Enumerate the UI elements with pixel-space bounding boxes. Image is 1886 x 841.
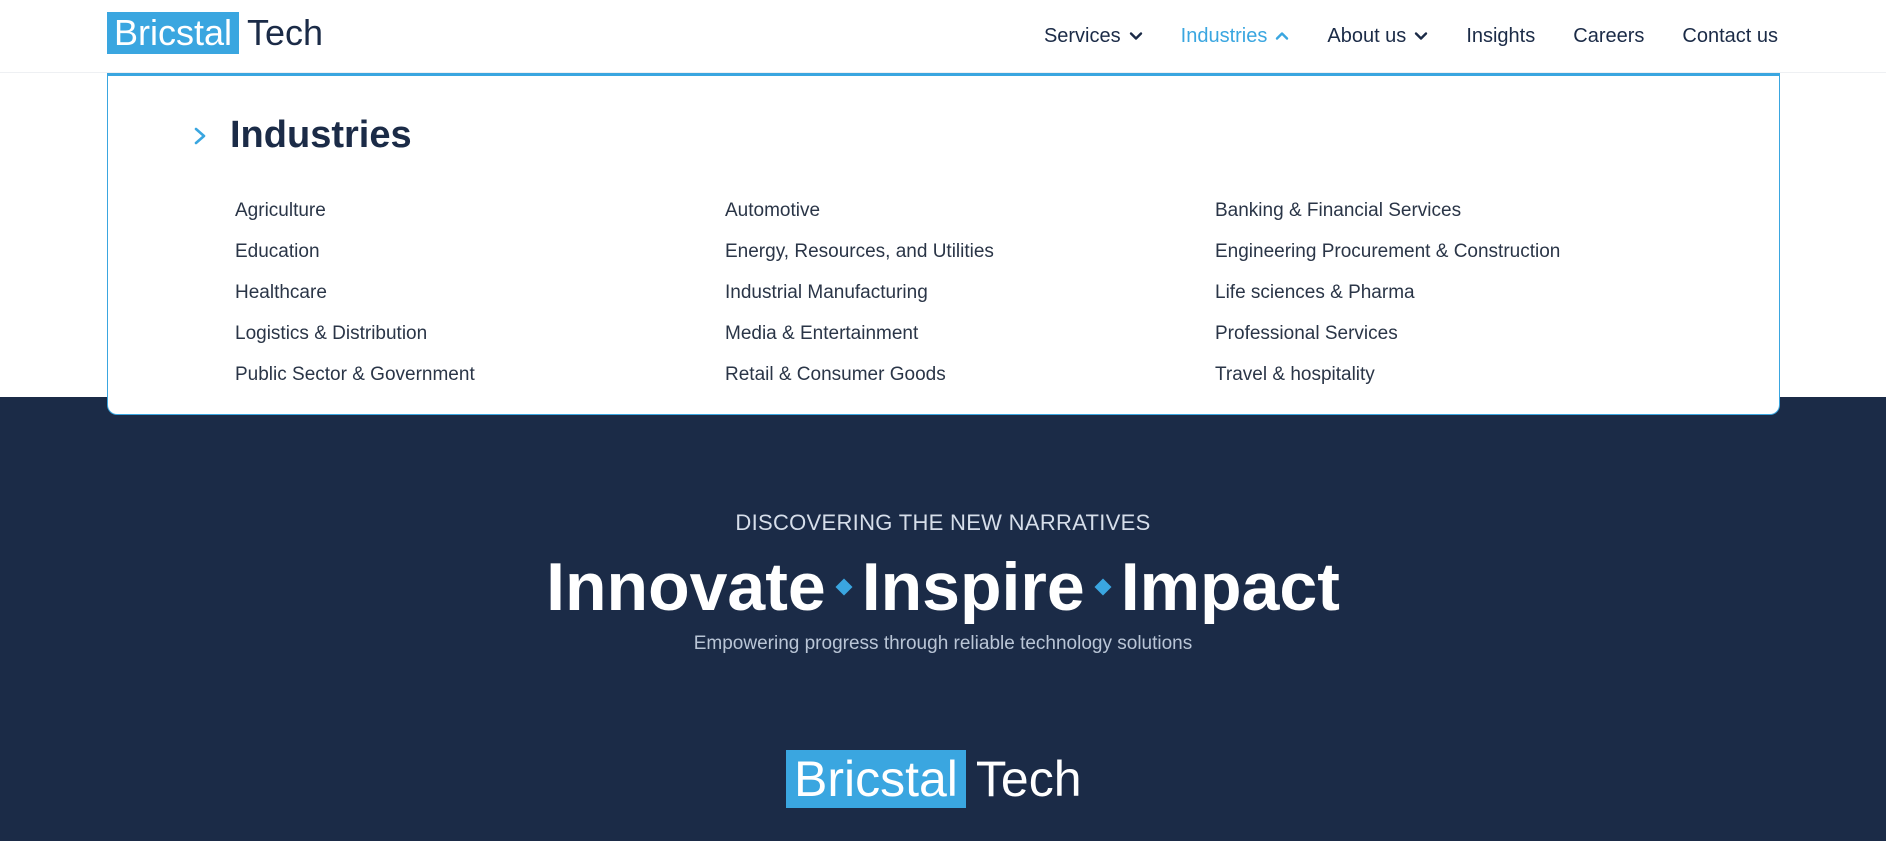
nav-item-services[interactable]: Services [1044, 20, 1143, 52]
industry-link-education[interactable]: Education [235, 231, 725, 272]
industry-link-automotive[interactable]: Automotive [725, 190, 1215, 231]
brand-logo-part2: Tech [247, 12, 324, 53]
industries-mega-menu: Industries Agriculture Automotive Bankin… [107, 73, 1780, 415]
industry-link-professional-services[interactable]: Professional Services [1215, 313, 1705, 354]
industry-link-engineering[interactable]: Engineering Procurement & Construction [1215, 231, 1705, 272]
chevron-right-icon [192, 124, 208, 148]
industry-link-media[interactable]: Media & Entertainment [725, 313, 1215, 354]
nav-item-label: Careers [1573, 24, 1645, 47]
diamond-icon [835, 578, 853, 596]
brand-logo-part1: Bricstal [786, 750, 966, 808]
chevron-down-icon [1129, 29, 1143, 43]
hero-title-word: Impact [1120, 549, 1340, 625]
nav-item-label: Contact us [1682, 24, 1778, 47]
nav-item-about-us[interactable]: About us [1327, 20, 1428, 52]
mega-menu-heading[interactable]: Industries [192, 114, 412, 157]
industry-link-banking[interactable]: Banking & Financial Services [1215, 190, 1705, 231]
hero-title: Innovate Inspire Impact [0, 547, 1886, 627]
brand-logo-part2: Tech [975, 751, 1082, 807]
industry-link-retail[interactable]: Retail & Consumer Goods [725, 354, 1215, 395]
brand-logo-part1: Bricstal [107, 12, 240, 54]
industry-link-public-sector[interactable]: Public Sector & Government [235, 354, 725, 395]
hero-title-word: Inspire [861, 549, 1085, 625]
hero-eyebrow: DISCOVERING THE NEW NARRATIVES [735, 510, 1151, 535]
nav-item-label: Industries [1180, 24, 1268, 47]
hero-title-word: Innovate [546, 549, 826, 625]
industry-link-logistics[interactable]: Logistics & Distribution [235, 313, 725, 354]
chevron-down-icon [1414, 29, 1428, 43]
nav-item-label: Services [1043, 24, 1121, 47]
industry-link-agriculture[interactable]: Agriculture [235, 190, 725, 231]
main-nav: Services Industries About us Insights Ca… [1044, 20, 1778, 52]
industry-link-healthcare[interactable]: Healthcare [235, 272, 725, 313]
industry-link-travel[interactable]: Travel & hospitality [1215, 354, 1705, 395]
nav-item-careers[interactable]: Careers [1573, 20, 1644, 52]
industry-link-life-sciences[interactable]: Life sciences & Pharma [1215, 272, 1705, 313]
hero-subtitle: Empowering progress through reliable tec… [693, 633, 1193, 654]
nav-item-label: About us [1327, 24, 1407, 47]
diamond-icon [1094, 578, 1112, 596]
site-header: Bricstal Tech Services Industries About … [0, 0, 1886, 73]
industry-link-energy[interactable]: Energy, Resources, and Utilities [725, 231, 1215, 272]
nav-item-label: Insights [1466, 24, 1536, 47]
mega-menu-title: Industries [230, 114, 412, 156]
nav-item-industries[interactable]: Industries [1181, 20, 1290, 52]
industries-link-grid: Agriculture Automotive Banking & Financi… [235, 190, 1705, 395]
brand-logo[interactable]: Bricstal Tech [107, 12, 323, 54]
hero-section: DISCOVERING THE NEW NARRATIVES Innovate … [0, 397, 1886, 841]
hero-brand-logo: Bricstal Tech [786, 750, 1082, 808]
nav-item-contact-us[interactable]: Contact us [1682, 20, 1778, 52]
industry-link-manufacturing[interactable]: Industrial Manufacturing [725, 272, 1215, 313]
nav-item-insights[interactable]: Insights [1466, 20, 1535, 52]
chevron-up-icon [1275, 29, 1289, 43]
